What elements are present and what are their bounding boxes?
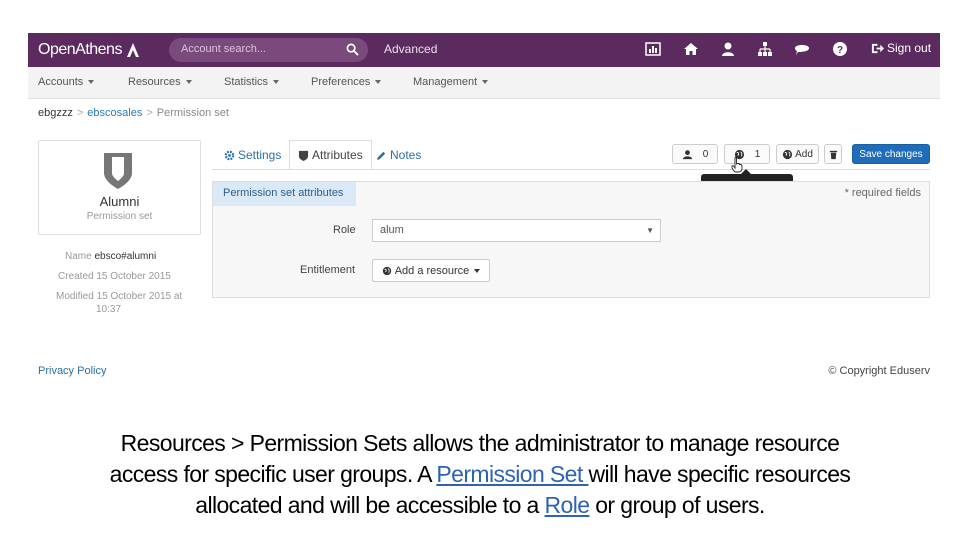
chevron-down-icon [482, 80, 489, 85]
copyright-text: © Copyright Eduserv [828, 365, 930, 377]
caption-line-1: Resources > Permission Sets allows the a… [120, 430, 840, 456]
save-label: Save changes [859, 148, 923, 160]
attributes-panel: Permission set attributes * required fie… [212, 181, 930, 298]
tab-label: Settings [238, 148, 282, 162]
resources-count: 1 [754, 148, 761, 160]
nav-label: Statistics [224, 76, 269, 88]
tab-divider [212, 169, 930, 170]
slide-caption: Resources > Permission Sets allows the a… [30, 428, 930, 521]
shield-icon [298, 150, 309, 161]
globe-icon [783, 149, 793, 159]
sign-out-icon [871, 43, 884, 53]
meta-modified-time: 10:37 [96, 304, 122, 315]
nav-statistics[interactable]: Statistics [224, 76, 280, 88]
nav-label: Management [413, 76, 478, 88]
permission-set-name: Alumni [99, 194, 140, 209]
tab-label: Notes [390, 148, 422, 162]
caption-line-3b: or group of users. [589, 492, 765, 518]
role-label: Role [333, 224, 356, 236]
chat-icon[interactable] [794, 41, 810, 57]
role-link[interactable]: Role [545, 492, 591, 518]
meta-name: Name ebsco#alumni [65, 251, 157, 262]
sign-out-button[interactable]: Sign out [871, 41, 931, 55]
caption-line-2a: access for specific user groups. A [109, 461, 437, 487]
nav-label: Preferences [311, 76, 371, 88]
breadcrumb-parent[interactable]: ebscosales [87, 107, 142, 119]
chevron-down-icon [185, 80, 192, 85]
nav-management[interactable]: Management [413, 76, 489, 88]
breadcrumb-current: Permission set [156, 107, 229, 119]
meta-created: Created 15 October 2015 [58, 271, 171, 282]
account-search-input[interactable]: Account search... [169, 38, 368, 62]
users-count-button[interactable]: 0 [672, 144, 718, 164]
nav-label: Resources [128, 76, 181, 88]
delete-button[interactable] [824, 144, 842, 164]
entitlement-label: Entitlement [300, 264, 356, 276]
help-icon[interactable]: ? [832, 41, 848, 57]
gear-icon [224, 150, 235, 160]
chevron-down-icon: ▼ [646, 226, 654, 235]
main-nav: Accounts Resources Statistics Preference… [28, 67, 940, 99]
breadcrumb: ebgzzz > ebscosales > Permission set [38, 107, 229, 119]
screenshot-frame: OpenAthens Account search... Advanced ? … [28, 33, 940, 395]
add-a-resource-dropdown[interactable]: Add a resource [372, 259, 490, 282]
caption-line-3a: allocated and will be accessible to a [195, 492, 545, 518]
search-placeholder: Account search... [181, 43, 266, 55]
add-resource-label: Add a resource [394, 264, 470, 277]
svg-text:?: ? [837, 45, 843, 56]
breadcrumb-root[interactable]: ebgzzz [38, 107, 73, 119]
add-resource-button[interactable]: Add [776, 144, 819, 164]
stats-icon[interactable] [645, 41, 661, 57]
required-note: * required fields [844, 187, 921, 199]
chevron-down-icon [474, 268, 481, 273]
sign-out-label: Sign out [887, 41, 932, 55]
openathens-logo[interactable]: OpenAthens [38, 40, 140, 60]
search-icon[interactable] [346, 43, 359, 56]
tab-notes[interactable]: Notes [368, 140, 429, 170]
permission-set-type: Permission set [86, 211, 153, 222]
logo-mark-icon [126, 43, 139, 57]
save-changes-button[interactable]: Save changes [852, 144, 930, 164]
brand-name: OpenAthens [38, 41, 122, 58]
tab-label: Attributes [312, 148, 363, 162]
trash-icon [829, 150, 837, 159]
shield-icon [104, 153, 132, 189]
nav-label: Accounts [38, 76, 84, 88]
tab-attributes[interactable]: Attributes [289, 140, 372, 170]
chevron-down-icon [88, 80, 95, 85]
nav-preferences[interactable]: Preferences [311, 76, 382, 88]
permission-set-link[interactable]: Permission Set [436, 461, 588, 487]
panel-title: Permission set attributes [213, 182, 356, 206]
caption-line-2b: will have specific resources [588, 461, 851, 487]
pencil-icon [376, 151, 386, 160]
home-icon[interactable] [683, 41, 699, 57]
hand-cursor-icon [731, 157, 743, 173]
users-count: 0 [702, 148, 709, 160]
nav-resources[interactable]: Resources [128, 76, 192, 88]
sitemap-icon[interactable] [757, 41, 773, 57]
chevron-down-icon [375, 80, 382, 85]
role-select[interactable]: alum ▼ [372, 219, 661, 242]
user-icon[interactable] [720, 41, 736, 57]
add-label: Add [795, 148, 813, 160]
tab-settings[interactable]: Settings [216, 140, 289, 170]
chevron-down-icon [273, 80, 280, 85]
globe-icon [382, 266, 391, 275]
meta-modified: Modified 15 October 2015 at [56, 291, 183, 302]
nav-accounts[interactable]: Accounts [38, 76, 95, 88]
advanced-search-link[interactable]: Advanced [384, 42, 437, 56]
privacy-policy-link[interactable]: Privacy Policy [38, 365, 106, 377]
role-value: alum [380, 224, 404, 236]
top-bar: OpenAthens Account search... Advanced ? … [28, 33, 940, 67]
user-icon [682, 149, 692, 159]
permission-set-card: Alumni Permission set [38, 140, 201, 235]
